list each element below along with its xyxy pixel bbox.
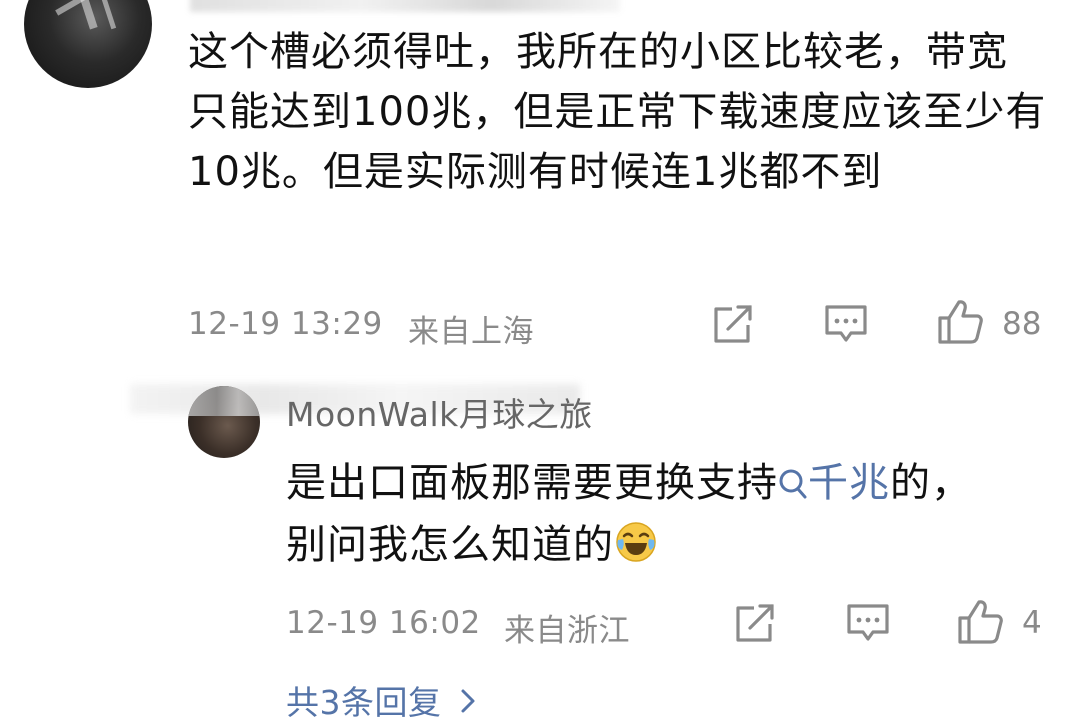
reply-share-icon[interactable] (734, 604, 776, 644)
reply-text: 是出口面板那需要更换支持 千兆的，别问我怎么知道的 (286, 452, 1006, 576)
reply-location: 来自浙江 (504, 613, 630, 649)
reply-comment-icon[interactable] (846, 603, 890, 645)
comment-text: 这个槽必须得吐，我所在的小区比较老，带宽只能达到100兆，但是正常下载速度应该至… (188, 29, 1047, 195)
blurred-username (190, 0, 620, 12)
more-replies-link[interactable]: 共3条回复 (286, 676, 476, 724)
reply-avatar[interactable] (188, 386, 260, 458)
more-replies-label: 共3条回复 (286, 683, 442, 722)
search-link-label: 千兆 (808, 460, 890, 506)
reply-like-icon[interactable] (956, 598, 1004, 646)
like-count: 88 (1002, 306, 1042, 342)
reply-text-part-1: 是出口面板那需要更换支持 (286, 460, 778, 506)
commenter-avatar[interactable] (24, 0, 152, 88)
share-icon[interactable] (712, 305, 754, 345)
search-link[interactable]: 千兆 (778, 460, 890, 506)
comment-icon[interactable] (824, 304, 868, 346)
like-icon[interactable] (936, 298, 984, 346)
reply-username[interactable]: MoonWalk月球之旅 (286, 388, 593, 436)
search-icon (779, 469, 807, 499)
reply-like-count: 4 (1022, 605, 1042, 641)
laugh-cry-emoji-icon (616, 522, 656, 562)
chevron-right-icon (461, 689, 474, 713)
comment-location: 来自上海 (408, 314, 534, 350)
comment-date-time: 12-19 13:29 (188, 306, 383, 342)
reply-date-time: 12-19 16:02 (286, 605, 481, 641)
